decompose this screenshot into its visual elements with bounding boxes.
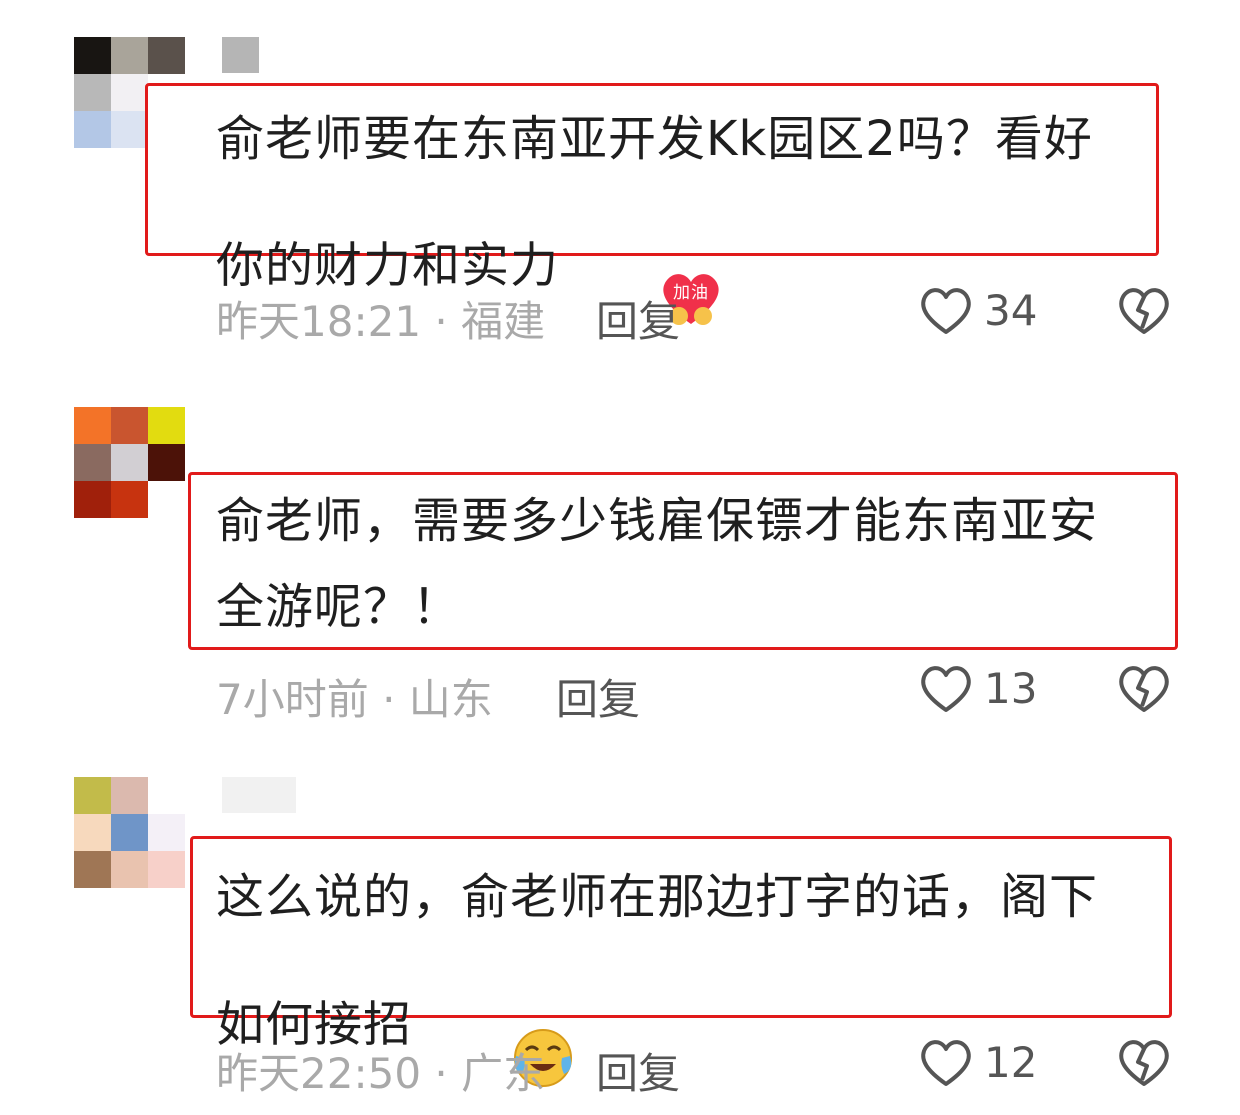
- broken-heart-icon: [1119, 288, 1169, 334]
- comment-time-location: 7小时前 · 山东: [216, 675, 493, 724]
- avatar[interactable]: [74, 777, 185, 888]
- like-count: 12: [984, 1037, 1038, 1087]
- username-blurred[interactable]: [222, 37, 259, 73]
- broken-heart-icon: [1119, 666, 1169, 712]
- like-count: 13: [984, 663, 1038, 713]
- comment-text: 俞老师，需要多少钱雇保镖才能东南亚安 全游呢？！: [216, 493, 1099, 635]
- dislike-button[interactable]: [1116, 1036, 1172, 1092]
- heart-icon: [921, 288, 971, 334]
- broken-heart-icon: [1119, 1040, 1169, 1086]
- like-button[interactable]: 12: [918, 1036, 1037, 1088]
- dislike-button[interactable]: [1116, 662, 1172, 718]
- heart-icon: [921, 666, 971, 712]
- reply-button[interactable]: 回复: [596, 1040, 680, 1101]
- comment-time-location: 昨天18:21 · 福建: [216, 297, 546, 346]
- comment-time-location: 昨天22:50 · 广东: [216, 1049, 546, 1098]
- like-button[interactable]: 34: [918, 284, 1037, 336]
- like-button[interactable]: 13: [918, 662, 1037, 714]
- heart-icon: [921, 1040, 971, 1086]
- username-blurred[interactable]: [222, 777, 296, 813]
- reply-button[interactable]: 回复: [596, 288, 680, 349]
- like-count: 34: [984, 285, 1038, 335]
- dislike-button[interactable]: [1116, 284, 1172, 340]
- reply-button[interactable]: 回复: [556, 666, 640, 727]
- avatar[interactable]: [74, 407, 185, 518]
